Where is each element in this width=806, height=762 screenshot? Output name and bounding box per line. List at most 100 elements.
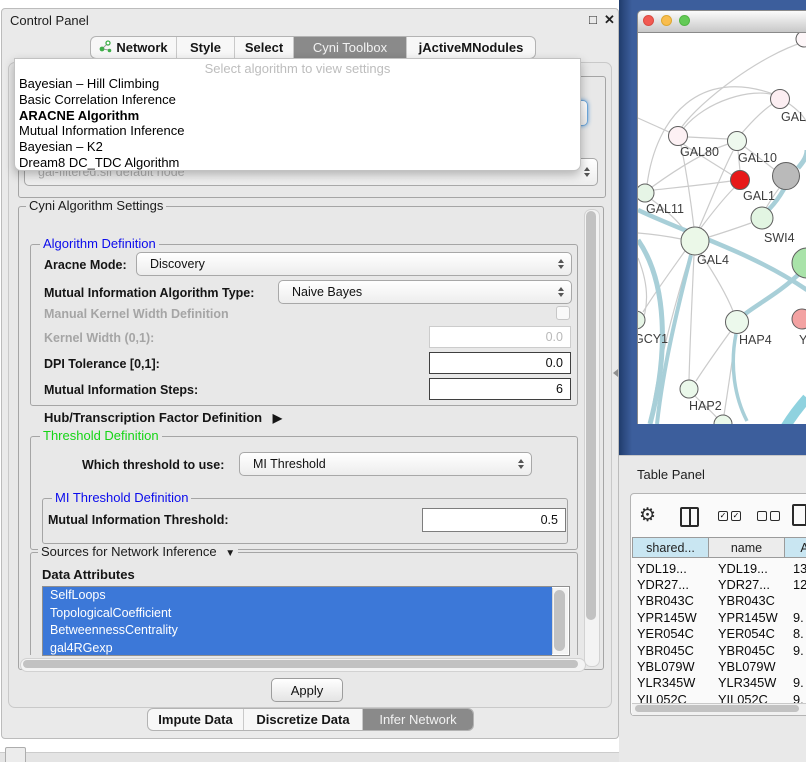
tab-impute-data[interactable]: Impute Data [148,709,243,730]
column-header-shared-[interactable]: shared... [632,537,709,558]
collapse-panel-arrow-icon[interactable] [613,369,618,377]
table-cell: 8. [785,626,806,641]
table-row[interactable]: YDR27...YDR27...12 [632,576,806,592]
table-row[interactable]: YPR145WYPR145W9. [632,609,806,625]
network-canvas[interactable]: GALGAL80GAL10GAL1GAL11SWI4GAL4GCY1HAP4YH… [637,33,806,424]
network-edge [654,181,731,190]
network-node-gal11[interactable] [638,184,654,202]
mi-algorithm-type-value: Naive Bayes [292,285,362,299]
algorithm-option[interactable]: Bayesian – K2 [15,139,580,155]
manual-kernel-width-checkbox[interactable] [556,306,570,320]
table-row[interactable]: YDL19...YDL19...13 [632,560,806,576]
tab-jactivemnodules[interactable]: jActiveMNodules [406,37,535,58]
sources-title-expander[interactable]: Sources for Network Inference ▼ [38,545,238,561]
tab-infer-network[interactable]: Infer Network [362,709,473,730]
network-node[interactable] [714,415,732,424]
which-threshold-value: MI Threshold [253,457,326,471]
algorithm-option[interactable]: Mutual Information Inference [15,123,580,139]
node-label-hap4: HAP4 [739,333,772,347]
network-node-gal1[interactable] [731,171,750,190]
algorithm-option[interactable]: Bayesian – Hill Climbing [15,76,580,92]
network-graph: GALGAL80GAL10GAL1GAL11SWI4GAL4GCY1HAP4YH… [638,33,806,424]
tab-cyni-toolbox[interactable]: Cyni Toolbox [293,37,406,58]
data-attribute-item[interactable]: TopologicalCoefficient [43,605,552,623]
network-node[interactable] [792,248,806,278]
table-row[interactable]: YLR345WYLR345W9. [632,675,806,691]
table-row[interactable]: YBR043CYBR043C [632,593,806,609]
which-threshold-combo[interactable]: MI Threshold [239,452,532,476]
data-attribute-item[interactable]: SelfLoops [43,587,552,605]
split-columns-icon[interactable] [680,507,699,527]
node-label-gcy1: GCY1 [638,332,668,346]
tab-style[interactable]: Style [176,37,234,58]
hub-definition-expander[interactable]: Hub/Transcription Factor Definition ▶ [44,410,282,425]
network-node[interactable] [773,163,800,190]
table-row[interactable]: YIL052CYIL052C9. [632,691,806,703]
select-all-checkboxes-icon[interactable]: ✓ ✓ [718,511,741,521]
settings-gear-icon[interactable]: ⚙ [639,504,656,527]
network-node-swi4[interactable] [751,207,773,229]
network-node-gal80[interactable] [669,127,688,146]
threshold-definition-title: Threshold Definition [40,429,162,443]
attributes-scrollbar-thumb[interactable] [554,590,565,651]
network-node-hap4[interactable] [726,311,749,334]
close-traffic-light[interactable] [643,15,654,26]
network-edge [638,118,671,133]
hub-definition-label: Hub/Transcription Factor Definition [44,410,262,425]
new-page-icon[interactable] [792,504,806,526]
table-hscrollbar-thumb[interactable] [635,705,799,712]
algorithm-option[interactable]: Dream8 DC_TDC Algorithm [15,155,580,171]
zoom-traffic-light[interactable] [679,15,690,26]
network-edge [638,233,681,239]
mi-steps-field[interactable]: 6 [429,378,571,400]
table-row[interactable]: YBL079WYBL079W [632,658,806,674]
algorithm-option[interactable]: Basic Correlation Inference [15,92,580,108]
node-label-swi4: SWI4 [764,231,795,245]
apply-button[interactable]: Apply [271,678,343,702]
kernel-width-field[interactable]: 0.0 [429,326,571,348]
table-cell: 9. [785,675,806,690]
network-node-gal[interactable] [771,90,790,109]
close-panel-icon[interactable]: ✕ [604,12,615,28]
network-node-hap2[interactable] [680,380,698,398]
network-node-gcy1[interactable] [638,311,645,329]
network-edge [699,151,733,228]
dpi-tolerance-field[interactable]: 0.0 [429,352,571,374]
tab-discretize-data[interactable]: Discretize Data [243,709,362,730]
network-edge [696,332,730,381]
column-header-name[interactable]: name [709,537,785,558]
aracne-mode-label: Aracne Mode: [44,258,127,272]
table-cell: YBR045C [632,643,709,658]
settings-scrollbar-thumb[interactable] [586,211,596,620]
deselect-checkboxes-icon[interactable] [757,511,780,521]
network-node-gal10[interactable] [728,132,747,151]
table-panel-title: Table Panel [637,467,705,482]
table-row[interactable]: YBR045CYBR045C9. [632,642,806,658]
mi-algorithm-type-combo[interactable]: Naive Bayes [278,280,572,304]
node-label-gal10: GAL10 [738,151,777,165]
tab-label: Style [190,40,221,55]
screenshot-root: Control Panel □ ✕ NetworkStyleSelectCyni… [0,0,806,762]
network-node[interactable] [796,33,806,47]
float-window-icon[interactable]: □ [589,12,597,27]
data-attribute-item[interactable]: gal4RGexp [43,640,552,657]
aracne-mode-combo[interactable]: Discovery [136,252,572,276]
tab-network[interactable]: Network [91,37,176,58]
tab-label: Select [245,40,283,55]
node-label-gal1: GAL1 [743,189,775,203]
algorithm-option[interactable]: ARACNE Algorithm [15,108,580,124]
network-node-gal4[interactable] [681,227,709,255]
bottom-left-widget[interactable] [5,747,26,762]
settings-hscrollbar-thumb[interactable] [23,660,578,668]
cyni-settings-title: Cyni Algorithm Settings [26,199,166,213]
column-header-a[interactable]: A [785,537,806,558]
table-cell: YBL079W [632,659,709,674]
table-row[interactable]: YER054CYER054C8. [632,626,806,642]
network-node-y[interactable] [792,309,806,329]
mutual-information-threshold-field[interactable]: 0.5 [422,508,566,532]
minimize-traffic-light[interactable] [661,15,672,26]
table-cell: YER054C [632,626,709,641]
data-attribute-item[interactable]: BetweennessCentrality [43,622,552,640]
table-cell: 13 [785,561,806,576]
tab-select[interactable]: Select [234,37,293,58]
